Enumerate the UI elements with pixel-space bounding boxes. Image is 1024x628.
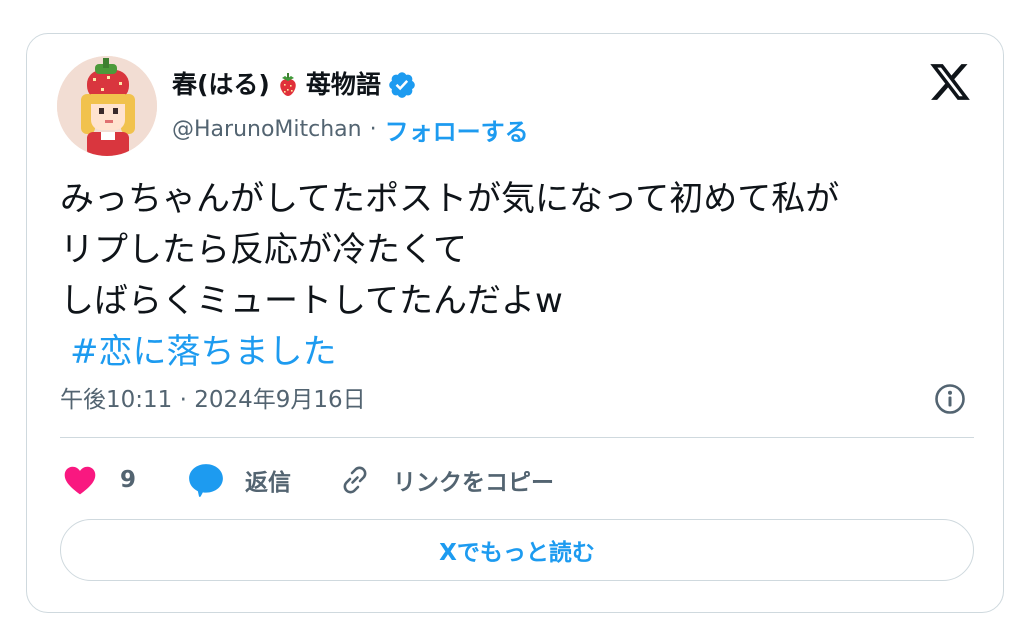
verified-badge-icon	[387, 70, 417, 100]
reply-label: 返信	[245, 470, 292, 496]
author-handle-row: @HarunoMitchan · フォローする	[172, 111, 529, 147]
x-logo-icon[interactable]	[928, 60, 972, 104]
tweet-timestamp[interactable]: 午後10:11 · 2024年9月16日	[60, 382, 366, 418]
link-icon	[337, 462, 373, 498]
info-icon[interactable]	[933, 382, 967, 416]
follow-button[interactable]: フォローする	[385, 112, 529, 147]
read-more-on-x-button[interactable]: Xでもっと読む	[60, 519, 974, 581]
avatar[interactable]	[57, 56, 157, 156]
author-display-name-suffix[interactable]: 苺物語	[306, 64, 381, 106]
like-button[interactable]: 9	[62, 462, 136, 498]
copy-link-label: リンクをコピー	[393, 470, 555, 496]
copy-link-button[interactable]: リンクをコピー	[337, 462, 554, 498]
divider	[60, 437, 974, 438]
like-count: 9	[120, 467, 137, 493]
author-handle[interactable]: @HarunoMitchan	[172, 117, 362, 142]
strawberry-icon	[278, 73, 298, 97]
heart-icon	[62, 462, 98, 498]
author-name-row[interactable]: 春(はる) 苺物語	[172, 64, 417, 106]
hashtag-link[interactable]: #恋に落ちました	[70, 332, 337, 372]
tweet-body: みっちゃんがしてたポストが気になって初めて私が リプしたら反応が冷たくて しばら…	[60, 179, 840, 321]
reply-bubble-icon	[187, 461, 225, 499]
author-display-name[interactable]: 春(はる)	[172, 64, 270, 106]
action-bar: 9 返信 リンクをコピー	[62, 458, 554, 502]
separator-dot: ·	[369, 116, 377, 142]
reply-button[interactable]: 返信	[187, 461, 291, 499]
tweet-text: みっちゃんがしてたポストが気になって初めて私が リプしたら反応が冷たくて しばら…	[60, 174, 990, 378]
